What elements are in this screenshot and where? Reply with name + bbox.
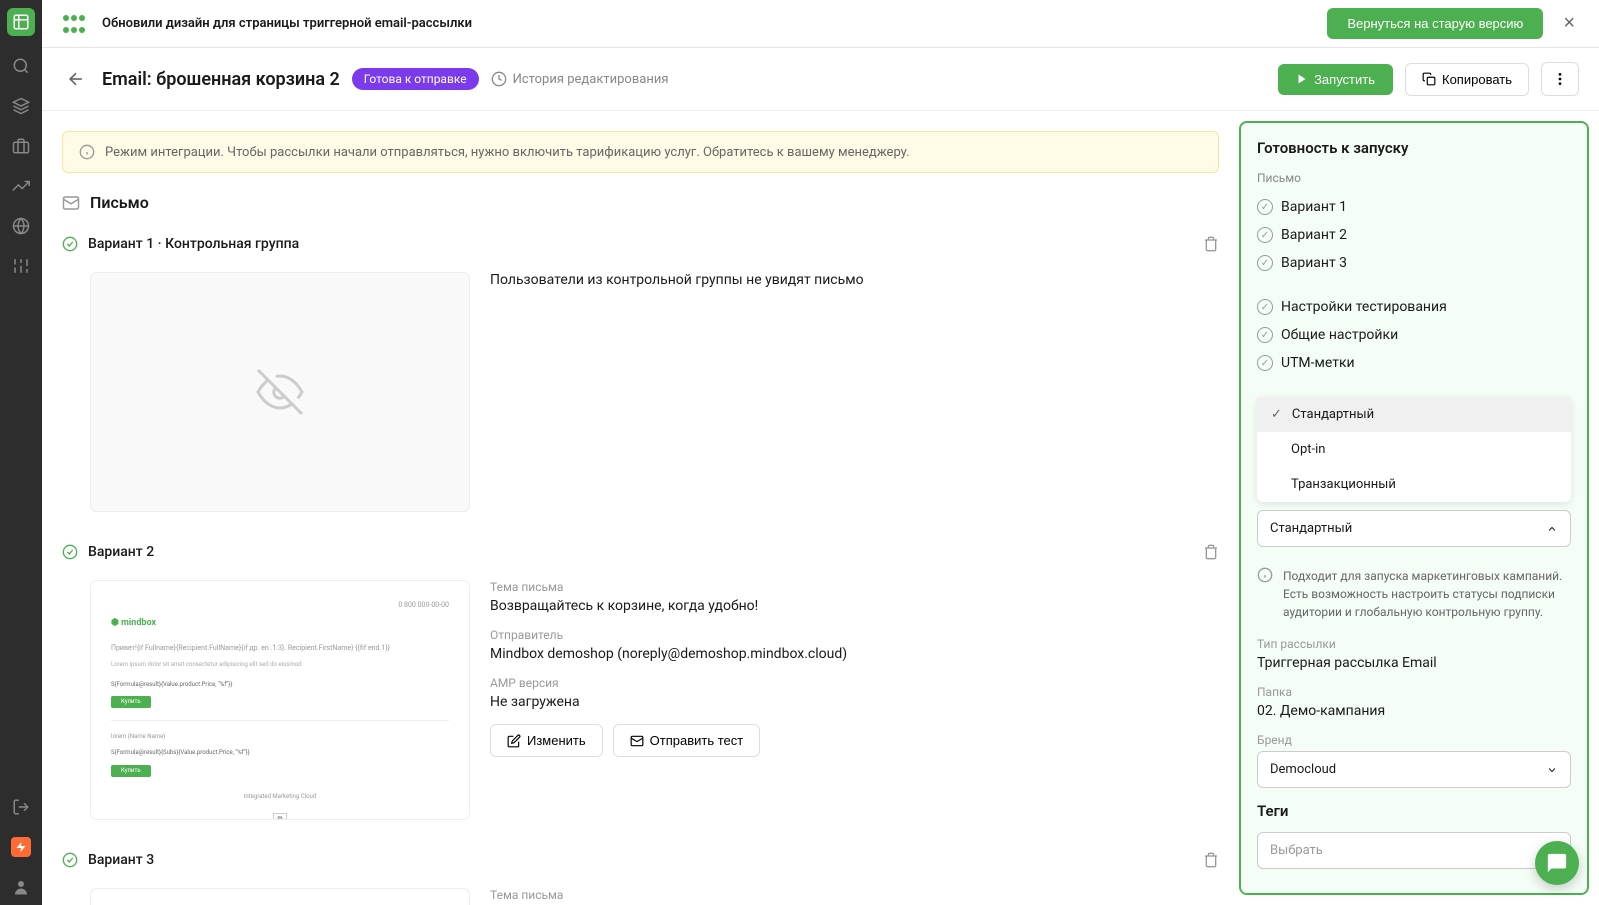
check-utm-tags[interactable]: UTM-метки <box>1257 349 1571 377</box>
chevron-up-icon <box>1546 523 1558 535</box>
readiness-panel: Готовность к запуску Письмо Вариант 1 Ва… <box>1239 121 1589 895</box>
mail-icon <box>62 194 80 212</box>
type-value: Триггерная рассылка Email <box>1257 655 1571 671</box>
app-logo[interactable] <box>7 8 35 36</box>
page-header: Email: брошенная корзина 2 Готова к отпр… <box>42 48 1599 111</box>
email-preview[interactable]: 0 800 000-00-00 ⬢ mindbox Привет!{if Ful… <box>90 580 470 820</box>
dropdown-option-optin[interactable]: Opt-in <box>1257 432 1571 467</box>
check-testing-settings[interactable]: Настройки тестирования <box>1257 293 1571 321</box>
briefcase-icon[interactable] <box>11 136 31 156</box>
chat-widget-button[interactable] <box>1535 841 1579 885</box>
folder-value: 02. Демо-кампания <box>1257 703 1571 719</box>
amp-value: Не загружена <box>490 694 1219 710</box>
sender-value: Mindbox demoshop (noreply@demoshop.mindb… <box>490 646 1219 662</box>
panel-sublabel: Письмо <box>1257 171 1571 185</box>
tags-title: Теги <box>1257 802 1571 820</box>
subject-label: Тема письма <box>490 580 1219 594</box>
sliders-icon[interactable] <box>11 256 31 276</box>
type-select[interactable]: Стандартный <box>1257 510 1571 547</box>
variant-title: Вариант 1 · Контрольная группа <box>88 236 1193 252</box>
folder-label: Папка <box>1257 685 1571 699</box>
info-icon <box>79 144 95 160</box>
analytics-icon[interactable] <box>11 176 31 196</box>
panel-title: Готовность к запуску <box>1257 139 1571 157</box>
dropdown-option-standard[interactable]: Стандартный <box>1257 397 1571 432</box>
variant-title: Вариант 2 <box>88 544 1193 560</box>
delete-variant-button[interactable] <box>1203 544 1219 560</box>
check-variant-3[interactable]: Вариант 3 <box>1257 249 1571 277</box>
preview-hidden <box>90 272 470 512</box>
control-group-text: Пользователи из контрольной группы не ув… <box>490 272 1219 288</box>
brand-label: Бренд <box>1257 733 1571 747</box>
history-link[interactable]: История редактирования <box>491 71 669 87</box>
email-preview[interactable]: Привет {if Fullname}{Recipient.FullName}… <box>90 888 470 905</box>
revert-version-button[interactable]: Вернуться на старую версию <box>1327 8 1543 39</box>
sender-label: Отправитель <box>490 628 1219 642</box>
close-banner-button[interactable]: × <box>1555 12 1583 35</box>
check-circle-icon <box>62 544 78 560</box>
launch-button[interactable]: Запустить <box>1278 64 1393 95</box>
check-general-settings[interactable]: Общие настройки <box>1257 321 1571 349</box>
variant-title: Вариант 3 <box>88 852 1193 868</box>
variant-2: Вариант 2 0 800 000-00-00 ⬢ mindbox Прив… <box>62 536 1219 820</box>
status-badge: Готова к отправке <box>352 68 479 90</box>
send-test-button[interactable]: Отправить тест <box>613 724 761 757</box>
delete-variant-button[interactable] <box>1203 852 1219 868</box>
layers-icon[interactable] <box>11 96 31 116</box>
banner-text: Обновили дизайн для страницы триггерной … <box>102 16 1315 31</box>
search-icon[interactable] <box>11 56 31 76</box>
more-menu-button[interactable] <box>1541 62 1579 96</box>
eye-off-icon <box>256 368 304 416</box>
user-icon[interactable] <box>11 877 31 897</box>
variant-3: Вариант 3 Привет {if Fullname}{Recipient… <box>62 844 1219 905</box>
info-icon <box>1257 567 1273 583</box>
check-circle-icon <box>62 852 78 868</box>
type-dropdown-menu: Стандартный Opt-in Транзакционный <box>1257 397 1571 502</box>
check-circle-icon <box>62 236 78 252</box>
amp-label: AMP версия <box>490 676 1219 690</box>
variant-1: Вариант 1 · Контрольная группа Пользоват… <box>62 228 1219 512</box>
integration-alert: Режим интеграции. Чтобы рассылки начали … <box>62 131 1219 173</box>
lightning-icon[interactable] <box>11 837 31 857</box>
tags-select[interactable]: Выбрать <box>1257 832 1571 869</box>
globe-icon[interactable] <box>11 216 31 236</box>
brand-select[interactable]: Democloud <box>1257 751 1571 788</box>
subject-label: Тема письма <box>490 888 1219 902</box>
delete-variant-button[interactable] <box>1203 236 1219 252</box>
product-logo-icon <box>58 12 90 36</box>
type-info: Подходит для запуска маркетинговых кампа… <box>1257 559 1571 637</box>
letter-section-title: Письмо <box>90 193 149 212</box>
announcement-banner: Обновили дизайн для страницы триггерной … <box>42 0 1599 48</box>
logout-icon[interactable] <box>11 797 31 817</box>
back-button[interactable] <box>62 65 90 93</box>
check-variant-1[interactable]: Вариант 1 <box>1257 193 1571 221</box>
chevron-down-icon <box>1546 764 1558 776</box>
subject-value: Возвращайтесь к корзине, когда удобно! <box>490 598 1219 614</box>
edit-button[interactable]: Изменить <box>490 724 603 757</box>
copy-button[interactable]: Копировать <box>1405 63 1529 96</box>
check-variant-2[interactable]: Вариант 2 <box>1257 221 1571 249</box>
page-title: Email: брошенная корзина 2 <box>102 69 340 90</box>
type-label: Тип рассылки <box>1257 637 1571 651</box>
dropdown-option-transactional[interactable]: Транзакционный <box>1257 467 1571 502</box>
